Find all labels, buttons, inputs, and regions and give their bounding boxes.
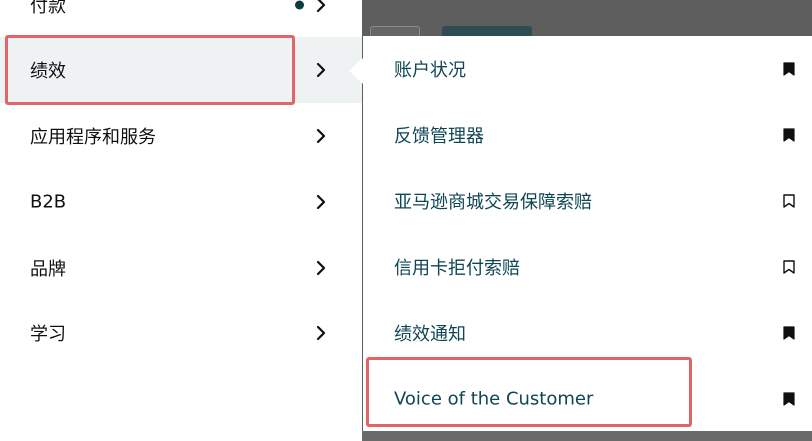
menu-item-brand[interactable]: 品牌	[0, 235, 362, 301]
menu-item-b2b[interactable]: B2B	[0, 169, 362, 235]
submenu-item-account-health[interactable]: 账户状况	[363, 36, 812, 102]
submenu-item-feedback-manager[interactable]: 反馈管理器	[363, 102, 812, 168]
menu-item-label: 付款	[30, 0, 66, 17]
submenu-item-chargeback-claims[interactable]: 信用卡拒付索赔	[363, 234, 812, 300]
chevron-right-icon	[316, 0, 326, 13]
submenu-item-label: 反馈管理器	[394, 126, 484, 147]
submenu-item-a-to-z-claims[interactable]: 亚马逊商城交易保障索赔	[363, 168, 812, 234]
menu-item-label: 品牌	[30, 259, 66, 280]
menu-item-label: 应用程序和服务	[30, 127, 156, 148]
menu-item-performance[interactable]: 绩效	[0, 37, 362, 103]
bookmark-filled-icon[interactable]	[783, 392, 795, 406]
menu-item-apps-services[interactable]: 应用程序和服务	[0, 103, 362, 169]
submenu-item-label: Voice of the Customer	[394, 388, 594, 410]
chevron-right-icon	[316, 325, 326, 341]
bookmark-filled-icon[interactable]	[783, 326, 795, 340]
menu-item-label: B2B	[30, 191, 67, 213]
menu-item-label: 学习	[30, 324, 66, 345]
chevron-right-icon	[316, 128, 326, 144]
menu-item-learn[interactable]: 学习	[0, 300, 362, 366]
menu-item-payments[interactable]: 付款	[0, 0, 362, 38]
submenu-item-performance-notifications[interactable]: 绩效通知	[363, 300, 812, 366]
left-nav-menu: 付款 绩效 应用程序和服务 B2B 品牌 学习	[0, 0, 362, 441]
submenu-item-voice-of-the-customer[interactable]: Voice of the Customer	[363, 366, 812, 432]
submenu-item-label: 绩效通知	[394, 324, 466, 345]
bookmark-outline-icon[interactable]	[783, 260, 795, 274]
chevron-right-icon	[316, 260, 326, 276]
bookmark-filled-icon[interactable]	[783, 62, 795, 76]
notification-dot	[295, 0, 304, 10]
submenu-flyout: 账户状况 反馈管理器 亚马逊商城交易保障索赔 信用卡拒付索赔 绩效通知 Voic…	[363, 36, 812, 431]
submenu-item-label: 亚马逊商城交易保障索赔	[394, 192, 592, 213]
chevron-right-icon	[316, 62, 326, 78]
bookmark-outline-icon[interactable]	[783, 194, 795, 208]
chevron-right-icon	[316, 194, 326, 210]
background-strip	[362, 431, 812, 441]
submenu-item-label: 账户状况	[394, 60, 466, 81]
menu-item-label: 绩效	[30, 61, 66, 82]
submenu-item-label: 信用卡拒付索赔	[394, 258, 520, 279]
bookmark-filled-icon[interactable]	[783, 128, 795, 142]
